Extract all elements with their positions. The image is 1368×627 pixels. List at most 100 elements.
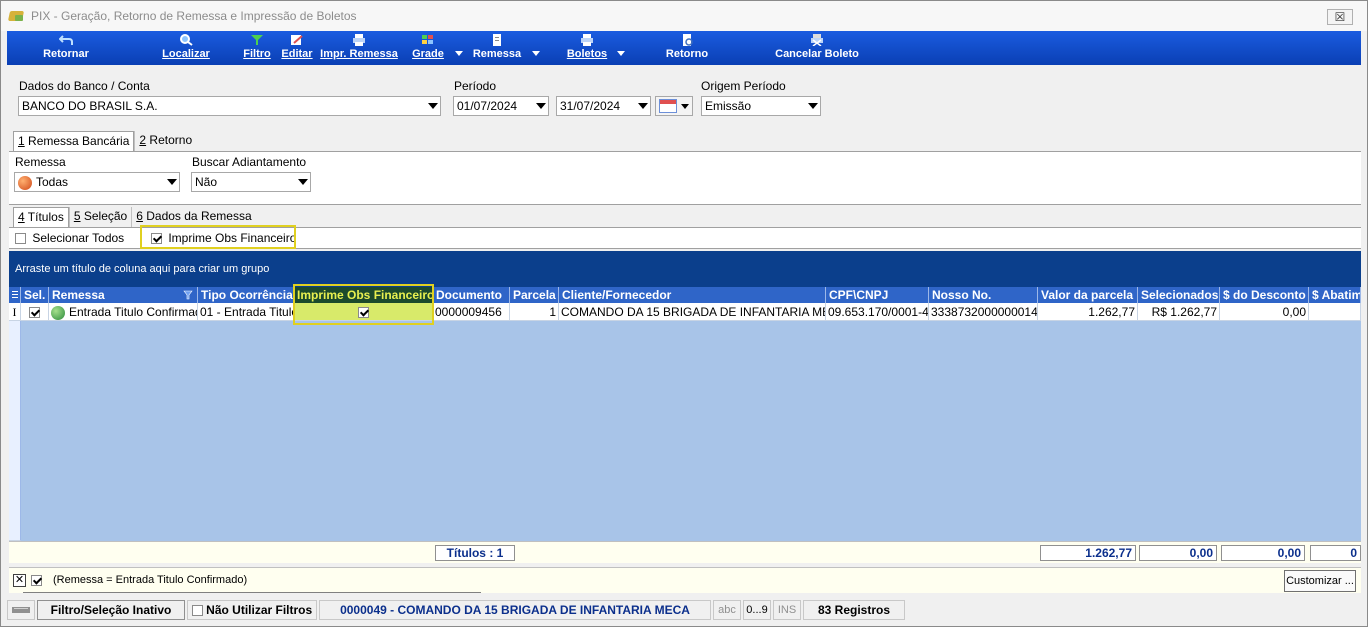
printer-icon [581,34,593,46]
ins-indicator: INS [773,600,801,620]
column-header-tipo[interactable]: Tipo Ocorrência [198,287,294,303]
origem-label: Origem Período [701,79,786,93]
cell-nosso: 33387320000000145 [929,303,1038,321]
footer-abatim-total: 0 [1310,545,1361,561]
cell-desconto: 0,00 [1220,303,1309,321]
column-header-cliente[interactable]: Cliente/Fornecedor [559,287,826,303]
tab-remessa-bancaria[interactable]: 1 Remessa Bancária [13,131,135,152]
sub-tabs: 4 Títulos 5 Seleção 6 Dados da Remessa [13,207,256,228]
header-indicator [9,287,21,303]
editar-button[interactable]: Editar [279,31,315,65]
grade-dropdown-arrow[interactable] [455,51,463,56]
footer-selecionados-total: 0,00 [1139,545,1217,561]
document-search-icon [683,34,693,46]
column-header-nosso[interactable]: Nosso No. [929,287,1038,303]
tab-dados-remessa[interactable]: 6 Dados da Remessa [131,207,255,227]
footer-titulos-count: Títulos : 1 [435,545,515,561]
cell-valor: 1.262,77 [1038,303,1138,321]
tab-titulos[interactable]: 4 Títulos [13,207,69,228]
chevron-down-icon [298,179,308,185]
status-circle-icon [18,175,32,190]
column-header-sel[interactable]: Sel. [21,287,49,303]
cell-cliente: COMANDO DA 15 BRIGADA DE INFANTARIA MECA [559,303,826,321]
column-header-valor[interactable]: Valor da parcela [1038,287,1138,303]
remessa-select[interactable]: Todas [14,172,180,192]
window-title: PIX - Geração, Retorno de Remessa e Impr… [31,9,357,23]
banco-select[interactable]: BANCO DO BRASIL S.A. [18,96,441,116]
cell-abatim [1309,303,1361,321]
calendar-button[interactable] [655,96,693,116]
footer-valor-total: 1.262,77 [1040,545,1136,561]
group-by-area[interactable]: Arraste um título de coluna aqui para cr… [9,251,1361,287]
filter-enable-checkbox[interactable] [31,575,42,586]
tab-selecao[interactable]: 5 Seleção [68,207,131,227]
adiantamento-select[interactable]: Não [191,172,311,192]
tab-retorno[interactable]: 2 Retorno [134,131,196,151]
cell-tipo: 01 - Entrada Titulo [198,303,294,321]
retorno-button[interactable]: Retorno [659,31,715,65]
printer-icon [353,34,365,46]
column-header-cpf[interactable]: CPF\CNPJ [826,287,929,303]
chevron-down-icon [428,103,438,109]
abc-indicator: abc [713,600,741,620]
impr-remessa-button[interactable]: Impr. Remessa [319,31,399,65]
globe-icon [51,305,65,320]
periodo-fim-input[interactable]: 31/07/2024 [556,96,651,116]
periodo-inicio-input[interactable]: 01/07/2024 [453,96,549,116]
cancel-printer-icon [811,34,823,46]
highlight-box [293,284,434,325]
remessa-dropdown-arrow[interactable] [532,51,540,56]
document-icon [493,34,501,46]
search-icon [180,34,193,46]
chevron-down-icon [808,103,818,109]
remessa-button[interactable]: Remessa [471,31,523,65]
filter-text[interactable]: (Remessa = Entrada Titulo Confirmado) [53,574,247,586]
table-row[interactable]: I Entrada Titulo Confirmado 01 - Entrada… [9,303,1361,321]
grade-button[interactable]: Grade [409,31,447,65]
retornar-button[interactable]: Retornar [37,31,95,65]
column-header-remessa[interactable]: Remessa [49,287,198,303]
filtro-status[interactable]: Filtro/Seleção Inativo [37,600,185,620]
clear-filter-icon[interactable]: ✕ [13,574,26,587]
keyboard-icon-cell [7,600,35,620]
nao-utilizar-option[interactable]: Não Utilizar Filtros [187,600,317,620]
current-record: 0000049 - COMANDO DA 15 BRIGADA DE INFAN… [319,600,711,620]
selecionar-todos-checkbox[interactable] [15,233,26,245]
localizar-button[interactable]: Localizar [155,31,217,65]
boletos-button[interactable]: Boletos [561,31,613,65]
num-indicator: 0...9 [743,600,771,620]
chevron-down-icon [681,104,689,109]
adiantamento-label: Buscar Adiantamento [192,155,307,169]
filter-scroll-line [23,592,481,593]
column-header-desconto[interactable]: $ do Desconto [1220,287,1309,303]
grid-body[interactable]: I Entrada Titulo Confirmado 01 - Entrada… [9,303,1361,541]
grid-footer: Títulos : 1 1.262,77 0,00 0,00 0 [9,541,1361,563]
filter-icon[interactable] [183,290,193,300]
main-window: PIX - Geração, Retorno de Remessa e Impr… [0,0,1368,627]
chevron-down-icon [638,103,648,109]
customize-button[interactable]: Customizar ... [1284,570,1356,592]
boletos-dropdown-arrow[interactable] [617,51,625,56]
filtro-button[interactable]: Filtro [241,31,273,65]
filter-icon [251,35,263,45]
row-select-cell[interactable] [21,303,49,321]
column-header-parcela[interactable]: Parcela [510,287,559,303]
column-header-selecionados[interactable]: Selecionados [1138,287,1220,303]
registros-count: 83 Registros [803,600,905,620]
column-header-documento[interactable]: Documento [433,287,510,303]
cell-cpf: 09.653.170/0001-40 [826,303,929,321]
nao-utilizar-checkbox[interactable] [191,605,203,617]
cancelar-boleto-button[interactable]: Cancelar Boleto [769,31,865,65]
app-icon [9,9,25,23]
remessa-label: Remessa [15,155,66,169]
row-indicator-column [9,321,21,541]
status-bar: Filtro/Seleção Inativo Não Utilizar Filt… [7,599,1363,621]
row-select-checkbox[interactable] [29,307,40,319]
banco-label: Dados do Banco / Conta [19,79,150,93]
close-button[interactable]: ☒ [1327,9,1353,25]
grid-header: Sel. Remessa Tipo Ocorrência Imprime Obs… [9,287,1361,303]
column-header-abatim[interactable]: $ Abatim [1309,287,1361,303]
row-indicator: I [9,303,21,321]
origem-select[interactable]: Emissão [701,96,821,116]
selecionar-todos-option[interactable]: Selecionar Todos [15,231,124,245]
